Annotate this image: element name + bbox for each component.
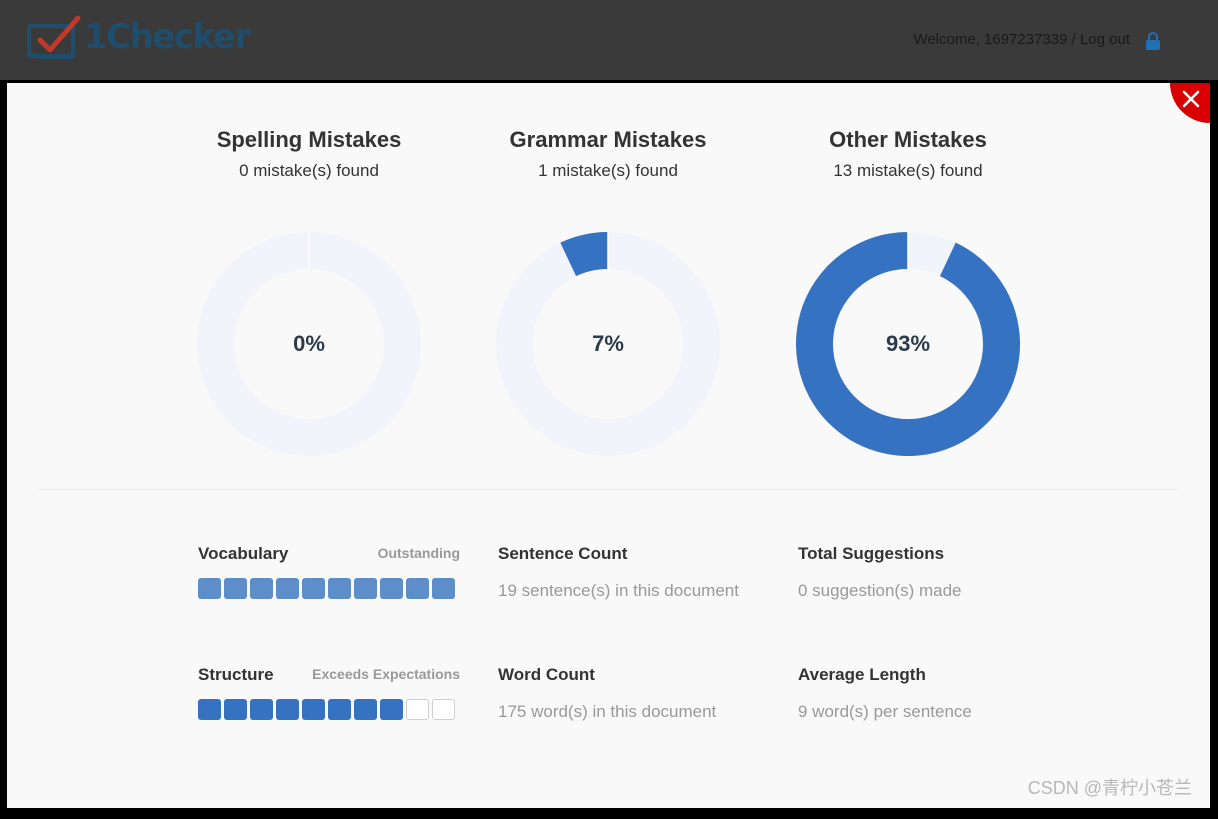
sentence-count-label: Sentence Count	[498, 544, 628, 563]
level-segment	[198, 699, 221, 720]
grammar-summary: Grammar Mistakes 1 mistake(s) found 7%	[458, 125, 758, 456]
word-count-metric: Word Count 175 word(s) in this document	[498, 664, 788, 723]
top-navigation-bar: 1Checker Welcome, 1697237339 / Log out	[0, 0, 1218, 80]
structure-rating: Exceeds Expectations	[312, 666, 460, 682]
section-divider	[39, 489, 1177, 490]
vocabulary-rating: Outstanding	[377, 545, 460, 561]
total-suggestions-metric: Total Suggestions 0 suggestion(s) made	[798, 543, 1088, 602]
level-segment	[302, 699, 325, 720]
total-suggestions-label: Total Suggestions	[798, 544, 945, 563]
grammar-title: Grammar Mistakes	[509, 127, 707, 152]
word-count-value: 175 word(s) in this document	[498, 702, 717, 721]
other-count: 13 mistake(s) found	[833, 161, 983, 180]
level-segment	[432, 578, 455, 599]
spelling-donut-chart: 0%	[197, 232, 421, 456]
level-segment	[198, 578, 221, 599]
level-segment	[328, 578, 351, 599]
other-summary: Other Mistakes 13 mistake(s) found 93%	[758, 125, 1058, 456]
welcome-logout-link[interactable]: Welcome, 1697237339 / Log out	[913, 31, 1130, 48]
spelling-count: 0 mistake(s) found	[239, 161, 379, 180]
sentence-count-value: 19 sentence(s) in this document	[498, 581, 739, 600]
level-segment	[302, 578, 325, 599]
spelling-percent: 0%	[293, 331, 325, 356]
average-length-label: Average Length	[798, 665, 926, 684]
spelling-title: Spelling Mistakes	[216, 127, 402, 152]
level-segment	[354, 699, 377, 720]
level-segment	[276, 578, 299, 599]
brand-name: 1Checker	[84, 17, 251, 57]
level-segment	[406, 699, 429, 720]
structure-metric: Structure Exceeds Expectations	[198, 664, 460, 720]
grammar-percent: 7%	[592, 331, 624, 356]
vocabulary-level-bar	[198, 578, 460, 599]
level-segment	[250, 578, 273, 599]
level-segment	[276, 699, 299, 720]
level-segment	[328, 699, 351, 720]
watermark: CSDN @青柠小苍兰	[1027, 778, 1192, 798]
other-donut-chart: 93%	[796, 232, 1020, 456]
level-segment	[354, 578, 377, 599]
level-segment	[224, 578, 247, 599]
close-button[interactable]	[1167, 83, 1210, 123]
total-suggestions-value: 0 suggestion(s) made	[798, 581, 962, 600]
grammar-count: 1 mistake(s) found	[538, 161, 678, 180]
vocabulary-metric: Vocabulary Outstanding	[198, 543, 460, 599]
level-segment	[432, 699, 455, 720]
average-length-metric: Average Length 9 word(s) per sentence	[798, 664, 1088, 723]
lock-icon[interactable]	[1145, 32, 1161, 50]
level-segment	[224, 699, 247, 720]
average-length-value: 9 word(s) per sentence	[798, 702, 972, 721]
results-modal: Spelling Mistakes 0 mistake(s) found 0% …	[7, 83, 1210, 808]
grammar-donut-chart: 7%	[496, 232, 720, 456]
level-segment	[380, 578, 403, 599]
sentence-count-metric: Sentence Count 19 sentence(s) in this do…	[498, 543, 788, 602]
word-count-label: Word Count	[498, 665, 595, 684]
spelling-summary: Spelling Mistakes 0 mistake(s) found 0%	[159, 125, 459, 456]
structure-level-bar	[198, 699, 460, 720]
level-segment	[250, 699, 273, 720]
other-percent: 93%	[885, 331, 931, 356]
level-segment	[406, 578, 429, 599]
other-title: Other Mistakes	[829, 127, 987, 152]
checkbox-logo-icon	[27, 15, 81, 59]
brand-logo[interactable]: 1Checker	[26, 14, 251, 60]
level-segment	[380, 699, 403, 720]
